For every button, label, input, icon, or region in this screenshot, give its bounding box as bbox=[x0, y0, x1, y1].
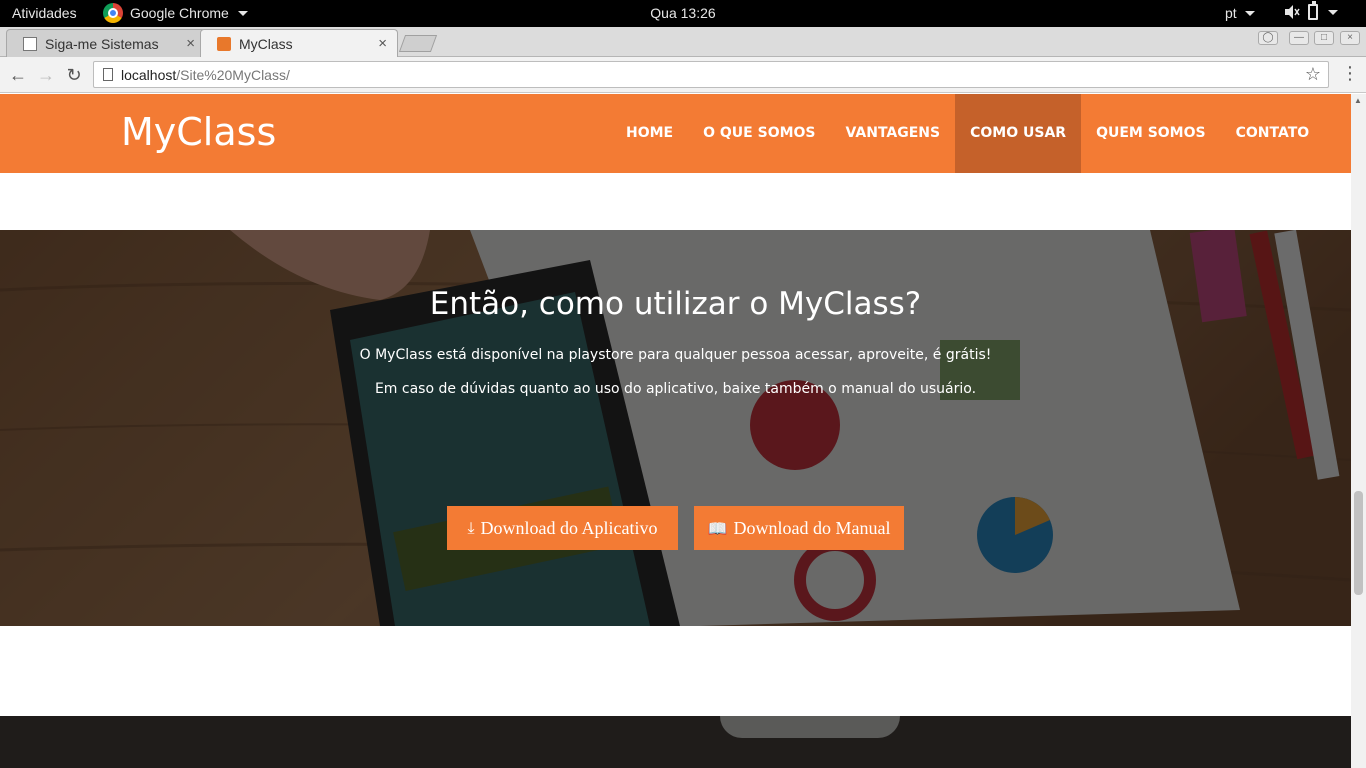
section-text-playstore: O MyClass está disponível na playstore p… bbox=[359, 347, 992, 363]
user-icon[interactable]: ◯ bbox=[1258, 31, 1278, 45]
battery-icon bbox=[1308, 1, 1318, 20]
chrome-menu-icon[interactable]: ⋮ bbox=[1341, 63, 1359, 84]
minimize-icon[interactable]: — bbox=[1289, 31, 1309, 45]
book-icon: 📖 bbox=[707, 518, 728, 538]
system-top-bar: Atividades Google Chrome Qua 13:26 pt bbox=[0, 0, 1366, 27]
download-app-button[interactable]: ⤓ Download do Aplicativo bbox=[447, 506, 678, 550]
page-icon bbox=[23, 36, 37, 51]
url-text: localhost/Site%20MyClass/ bbox=[121, 67, 290, 83]
url-path: /Site%20MyClass/ bbox=[176, 67, 290, 83]
app-name: Google Chrome bbox=[130, 5, 229, 21]
site-brand[interactable]: MyClass bbox=[121, 110, 276, 154]
download-icon: ⤓ bbox=[467, 518, 475, 537]
menu-quem-somos[interactable]: QUEM SOMOS bbox=[1081, 94, 1221, 173]
download-manual-button[interactable]: 📖 Download do Manual bbox=[694, 506, 904, 550]
site-navbar: MyClass HOME O QUE SOMOS VANTAGENS COMO … bbox=[0, 94, 1351, 173]
close-icon[interactable]: × bbox=[186, 35, 195, 52]
tab-title: MyClass bbox=[239, 35, 293, 52]
tab-myclass[interactable]: MyClass × bbox=[200, 29, 398, 57]
como-usar-section: Então, como utilizar o MyClass? O MyClas… bbox=[0, 230, 1351, 626]
bookmark-star-icon[interactable]: ☆ bbox=[1305, 64, 1321, 85]
close-icon[interactable]: × bbox=[378, 35, 387, 52]
page-info-icon[interactable] bbox=[103, 68, 113, 81]
menu-vantagens[interactable]: VANTAGENS bbox=[831, 94, 956, 173]
tab-siga-me[interactable]: Siga-me Sistemas × bbox=[6, 29, 206, 57]
reload-button[interactable]: ↻ bbox=[63, 64, 85, 86]
myclass-favicon-icon bbox=[217, 36, 231, 51]
section-text-manual: Em caso de dúvidas quanto ao uso do apli… bbox=[374, 381, 977, 397]
main-menu: HOME O QUE SOMOS VANTAGENS COMO USAR QUE… bbox=[611, 94, 1324, 173]
forward-button[interactable]: → bbox=[35, 64, 57, 86]
menu-home[interactable]: HOME bbox=[611, 94, 688, 173]
scroll-up-icon[interactable]: ▲ bbox=[1354, 96, 1362, 105]
scrollbar-thumb[interactable] bbox=[1354, 491, 1363, 595]
activities-button[interactable]: Atividades bbox=[12, 5, 77, 21]
url-host: localhost bbox=[121, 67, 177, 83]
download-manual-label: Download do Manual bbox=[733, 517, 891, 538]
browser-toolbar: ← → ↻ localhost/Site%20MyClass/ ☆ ⋮ bbox=[0, 57, 1366, 93]
chevron-down-icon bbox=[237, 10, 248, 16]
menu-como-usar[interactable]: COMO USAR bbox=[955, 94, 1082, 173]
system-menu[interactable] bbox=[1284, 1, 1338, 20]
new-tab-button[interactable] bbox=[398, 35, 438, 52]
window-close-icon[interactable]: × bbox=[1340, 31, 1360, 45]
language-selector[interactable]: pt bbox=[1225, 5, 1255, 21]
tab-strip: Siga-me Sistemas × MyClass × ◯ — □ × bbox=[0, 27, 1366, 57]
next-section-background bbox=[0, 716, 1351, 768]
page-scrollbar[interactable]: ▲ bbox=[1351, 94, 1366, 768]
maximize-icon[interactable]: □ bbox=[1314, 31, 1334, 45]
menu-o-que-somos[interactable]: O QUE SOMOS bbox=[688, 94, 830, 173]
download-app-label: Download do Aplicativo bbox=[480, 517, 658, 538]
menu-contato[interactable]: CONTATO bbox=[1221, 94, 1325, 173]
back-button[interactable]: ← bbox=[7, 64, 29, 86]
address-bar[interactable]: localhost/Site%20MyClass/ ☆ bbox=[93, 61, 1329, 88]
next-section-image-detail bbox=[720, 716, 900, 738]
app-menu[interactable]: Google Chrome bbox=[103, 3, 248, 23]
volume-icon bbox=[1285, 5, 1300, 19]
page-viewport: MyClass HOME O QUE SOMOS VANTAGENS COMO … bbox=[0, 94, 1366, 768]
chevron-down-icon bbox=[1328, 9, 1338, 15]
chrome-icon bbox=[103, 3, 123, 23]
section-title: Então, como utilizar o MyClass? bbox=[429, 286, 922, 322]
chevron-down-icon bbox=[1244, 10, 1255, 16]
tab-title: Siga-me Sistemas bbox=[45, 35, 159, 52]
language-label: pt bbox=[1225, 5, 1237, 21]
